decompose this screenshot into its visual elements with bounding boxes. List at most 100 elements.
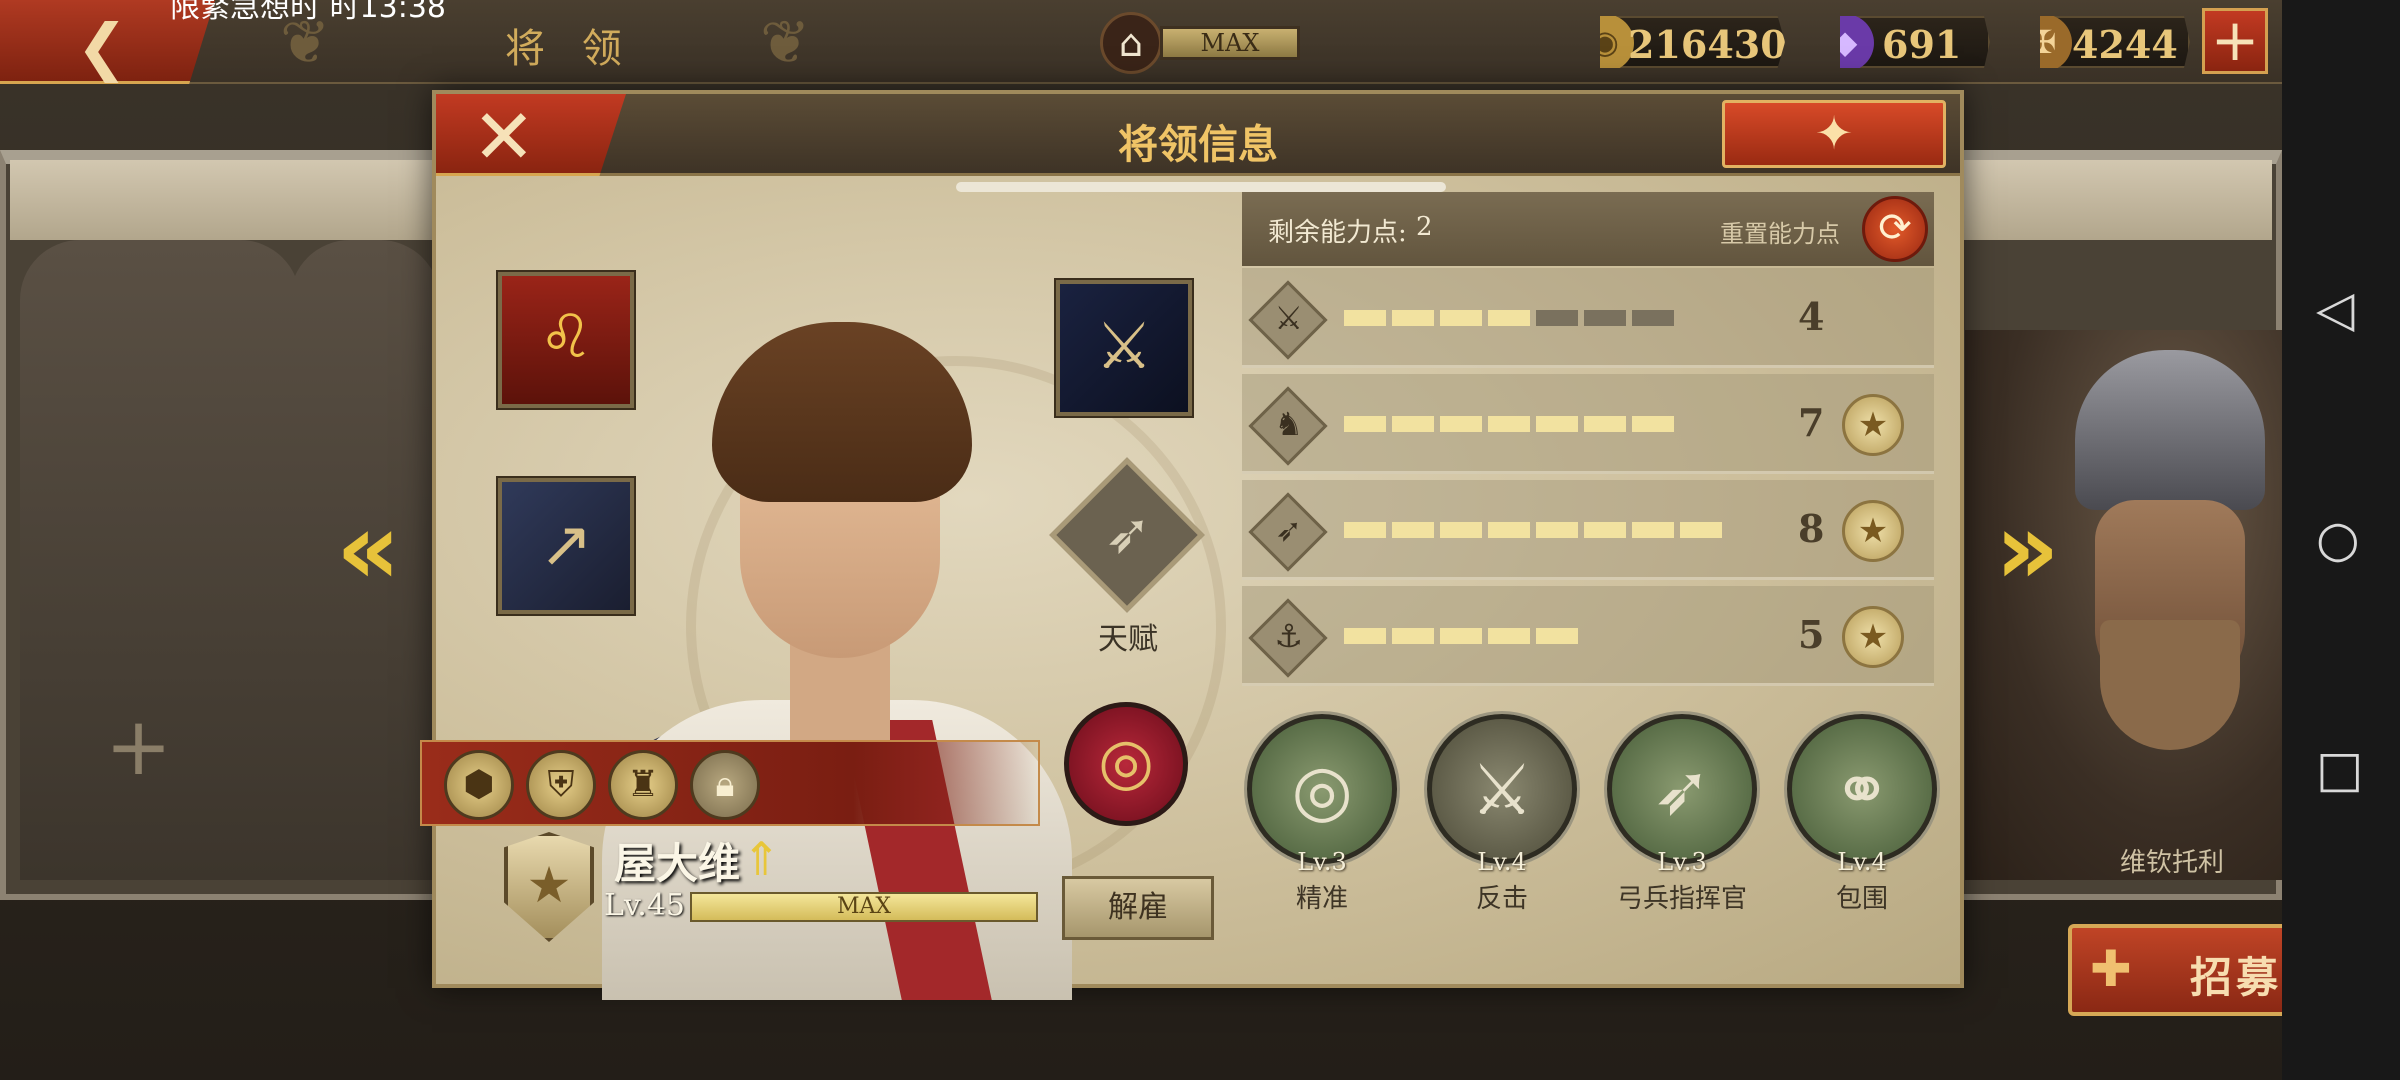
game-screen: + « 维钦托利 » ✚ 招募 ❮ 限緊急想时 时13:38 ❦ 将 领 ❦ ⌂…: [0, 0, 2400, 1080]
sword-icon: ⚔: [1095, 310, 1153, 384]
nav-back-icon[interactable]: ◁: [2316, 280, 2354, 338]
reset-points-label: 重置能力点: [1720, 220, 1840, 248]
coin-resource[interactable]: ◉ 216430: [1600, 16, 1785, 68]
nav-recents-icon[interactable]: □: [2316, 740, 2363, 798]
rank-bar: MAX: [1160, 26, 1300, 60]
laurel-right-icon: ❦: [760, 8, 811, 78]
stat-segment: [1584, 310, 1626, 326]
ring-icon: ◎: [1098, 725, 1154, 799]
stat-value: 8: [1798, 506, 1825, 551]
stat-segment: [1392, 628, 1434, 644]
gem-icon: ◆: [1840, 16, 1874, 68]
hero-hair: [712, 322, 972, 502]
horse-icon-glyph: ♞: [1274, 404, 1304, 443]
stat-segment: [1584, 522, 1626, 538]
helmet-badge-icon[interactable]: ⛨: [526, 750, 596, 820]
page-title: 将 领: [505, 26, 634, 72]
recruit-button[interactable]: ✚ 招募: [2068, 924, 2312, 1016]
sword-icon-glyph: ⚔: [1274, 298, 1304, 337]
skill-name: 弓兵指挥官: [1616, 884, 1747, 914]
bow-commander-icon: ➶: [1652, 749, 1712, 831]
plume-helmet-icon: ✚: [2090, 940, 2132, 998]
reset-points-button[interactable]: ⟳: [1862, 196, 1928, 262]
star-rank-icon[interactable]: ★: [1842, 394, 1904, 456]
fortress-badge-icon[interactable]: ♜: [608, 750, 678, 820]
stat-row[interactable]: ➶ 8 ★: [1242, 480, 1934, 580]
temple-icon[interactable]: ⌂: [1100, 12, 1162, 74]
anchor-icon-glyph: ⚓: [1274, 616, 1304, 655]
ability-points-bar: 剩余能力点: 2 重置能力点 ⟳: [1242, 192, 1934, 266]
gem-resource[interactable]: ◆ 691: [1840, 16, 1990, 68]
stat-segment: [1488, 416, 1530, 432]
badge-strip: ⬢ ⛨ ♜ 🔒︎: [420, 740, 1040, 826]
skill-level: Lv.4: [1837, 848, 1887, 876]
next-hero-arrow-icon[interactable]: »: [1995, 490, 2060, 607]
dismiss-button[interactable]: 解雇: [1062, 876, 1214, 940]
skill-archer-commander[interactable]: ➶: [1607, 714, 1757, 864]
skill-level: Lv.4: [1477, 848, 1527, 876]
stat-segment: [1440, 522, 1482, 538]
encircle-icon: ⚭: [1832, 749, 1892, 831]
remaining-points-value: 2: [1416, 212, 1433, 242]
stat-segment: [1392, 522, 1434, 538]
gem-value: 691: [1882, 22, 1962, 67]
stat-segment: [1632, 416, 1674, 432]
anchor-icon: ⚓: [1248, 598, 1328, 678]
bow-icon: ➶: [1248, 492, 1328, 572]
nav-home-icon[interactable]: ○: [2316, 510, 2360, 568]
stat-value: 4: [1798, 294, 1825, 339]
right-hero-name: 维钦托利: [2120, 848, 2225, 878]
spqr-resource[interactable]: ✠ 4244: [2040, 16, 2190, 68]
hero-beard: [2100, 620, 2240, 750]
ring-item[interactable]: ◎: [1064, 702, 1188, 826]
stat-row[interactable]: ♞ 7 ★: [1242, 374, 1934, 474]
star-icon: ★: [526, 856, 572, 914]
stat-segment: [1392, 310, 1434, 326]
upgrade-arrow-icon: ⇑: [742, 832, 781, 886]
dialog-header: ✕ 将领信息 ✦: [436, 94, 1960, 176]
horse-icon: ♞: [1248, 386, 1328, 466]
stat-segment: [1536, 522, 1578, 538]
sword-icon: ⚔: [1248, 280, 1328, 360]
stat-segment: [1536, 310, 1578, 326]
stat-value: 7: [1798, 400, 1825, 445]
recruit-label: 招募: [2190, 953, 2283, 1002]
shield-badge-icon[interactable]: ⬢: [444, 750, 514, 820]
top-bar: ❮ 限緊急想时 时13:38 ❦ 将 领 ❦ ⌂ MAX ◉ 216430 ◆ …: [0, 0, 2282, 84]
android-nav-bar: ◁ ○ □: [2282, 0, 2400, 1080]
remaining-points-label: 剩余能力点:: [1268, 218, 1407, 248]
skill-level: Lv.3: [1297, 848, 1347, 876]
skill-precision[interactable]: ◎: [1247, 714, 1397, 864]
add-resource-button[interactable]: +: [2202, 8, 2268, 74]
star-rank-icon[interactable]: ★: [1842, 500, 1904, 562]
stat-segment: [1440, 416, 1482, 432]
stat-row[interactable]: ⚓ 5 ★: [1242, 586, 1934, 686]
xp-bar: MAX: [690, 892, 1038, 922]
star-rank-icon[interactable]: ★: [1842, 606, 1904, 668]
stat-segment: [1392, 416, 1434, 432]
lock-icon[interactable]: 🔒︎: [690, 750, 760, 820]
legion-banner-item[interactable]: ♌: [498, 272, 634, 408]
skill-encircle[interactable]: ⚭: [1787, 714, 1937, 864]
spear-icon: ↗: [539, 508, 593, 582]
eagle-emblem-button[interactable]: ✦: [1722, 100, 1946, 168]
stat-segment: [1680, 522, 1722, 538]
prev-hero-arrow-icon[interactable]: «: [336, 490, 401, 607]
sword-item[interactable]: ⚔: [1056, 280, 1192, 416]
spear-item[interactable]: ↗: [498, 478, 634, 614]
stat-segment: [1584, 416, 1626, 432]
stat-segment: [1344, 416, 1386, 432]
talent-label: 天赋: [1098, 622, 1158, 657]
skill-level: Lv.3: [1657, 848, 1707, 876]
target-icon: ◎: [1291, 749, 1353, 831]
add-hero-plus-icon[interactable]: +: [105, 700, 172, 793]
stat-row[interactable]: ⚔ 4: [1242, 268, 1934, 368]
coin-value: 216430: [1628, 22, 1787, 67]
skill-name: 反击: [1475, 884, 1528, 914]
winged-helmet: [2075, 350, 2265, 510]
scroll-indicator[interactable]: [956, 182, 1446, 192]
hero-name: 屋大维: [614, 839, 741, 888]
skill-counterattack[interactable]: ⚔: [1427, 714, 1577, 864]
stat-segment: [1632, 522, 1674, 538]
skill-name: 精准: [1295, 884, 1348, 914]
